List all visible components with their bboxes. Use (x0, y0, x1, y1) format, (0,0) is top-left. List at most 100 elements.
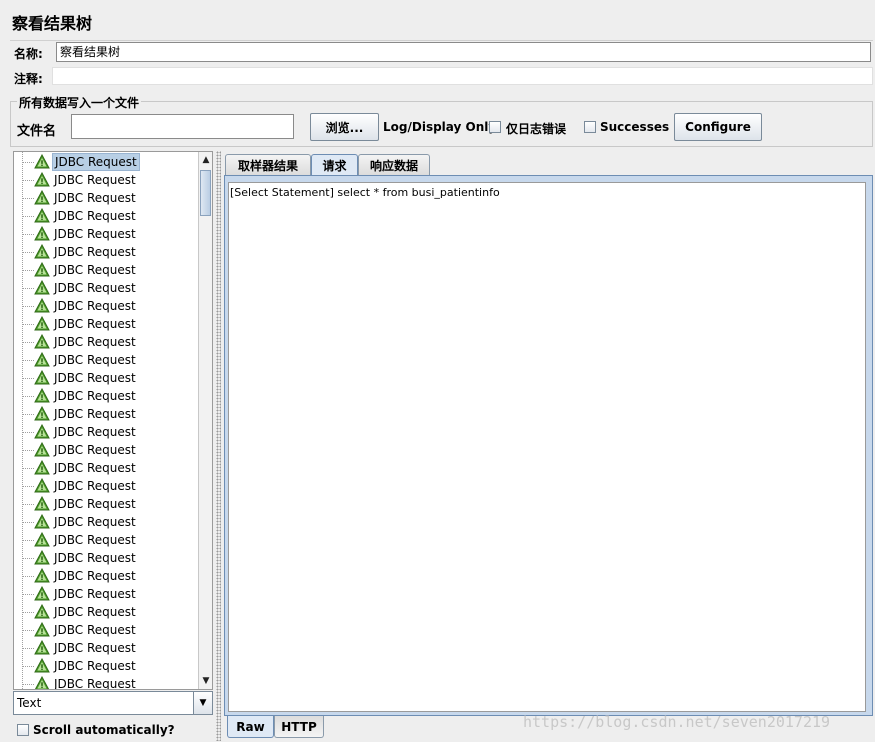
filename-input[interactable] (71, 114, 294, 139)
warning-triangle-icon (34, 513, 50, 530)
tree-node[interactable]: JDBC Request (14, 261, 198, 279)
name-field[interactable]: 察看结果树 (56, 42, 871, 62)
warning-triangle-icon (34, 459, 50, 476)
warning-triangle-icon (34, 405, 50, 422)
tree-node-label: JDBC Request (54, 497, 136, 511)
tree-node[interactable]: JDBC Request (14, 297, 198, 315)
tree-node[interactable]: JDBC Request (14, 387, 198, 405)
warning-triangle-icon (34, 279, 50, 296)
tree-connector (22, 468, 34, 469)
tree-node-label: JDBC Request (54, 263, 136, 277)
warning-triangle-icon (34, 477, 50, 494)
warning-triangle-icon (34, 333, 50, 350)
chevron-down-icon[interactable]: ▼ (193, 692, 212, 714)
warning-triangle-icon (34, 603, 50, 620)
warning-triangle-icon (34, 369, 50, 386)
tree-node[interactable]: JDBC Request (14, 207, 198, 225)
tree-connector (22, 648, 34, 649)
tab-sampler-result[interactable]: 取样器结果 (225, 154, 311, 175)
tree-node[interactable]: JDBC Request (14, 585, 198, 603)
tree-node[interactable]: JDBC Request (14, 495, 198, 513)
tree-node-label: JDBC Request (54, 407, 136, 421)
warning-triangle-icon (34, 621, 50, 638)
tab-response-data[interactable]: 响应数据 (358, 154, 430, 175)
tree-node[interactable]: JDBC Request (14, 279, 198, 297)
arrow-down-icon[interactable]: ▼ (199, 673, 212, 688)
errors-only-checkbox[interactable] (489, 121, 501, 133)
tree-node[interactable]: JDBC Request (14, 171, 198, 189)
warning-triangle-icon (34, 567, 50, 584)
watermark: https://blog.csdn.net/seven2017219 (523, 713, 831, 731)
warning-triangle-icon (34, 549, 50, 566)
tree-node[interactable]: JDBC Request (14, 513, 198, 531)
tree-node-label: JDBC Request (54, 281, 136, 295)
tree-node[interactable]: JDBC Request (14, 459, 198, 477)
arrow-up-icon[interactable]: ▲ (199, 152, 212, 167)
tree-connector (22, 162, 34, 163)
scrollbar-thumb[interactable] (200, 170, 211, 216)
tree-node[interactable]: JDBC Request (14, 225, 198, 243)
tree-node[interactable]: JDBC Request (14, 153, 198, 171)
tree-node[interactable]: JDBC Request (14, 423, 198, 441)
tree-connector (22, 594, 34, 595)
tree-node-label: JDBC Request (54, 299, 136, 313)
tree-connector (22, 252, 34, 253)
warning-triangle-icon (34, 657, 50, 674)
warning-triangle-icon (34, 207, 50, 224)
tree-connector (22, 198, 34, 199)
tree-node-label: JDBC Request (54, 587, 136, 601)
warning-triangle-icon (34, 225, 50, 242)
tab-request[interactable]: 请求 (311, 154, 358, 175)
tree-node[interactable]: JDBC Request (14, 639, 198, 657)
tree-connector (22, 378, 34, 379)
tree-connector (22, 180, 34, 181)
tree-node[interactable]: JDBC Request (14, 189, 198, 207)
configure-button[interactable]: Configure (674, 113, 762, 141)
successes-label: Successes (600, 120, 670, 134)
tree-node-label: JDBC Request (54, 335, 136, 349)
tree-node[interactable]: JDBC Request (14, 675, 198, 690)
tree-connector (22, 342, 34, 343)
tree-node[interactable]: JDBC Request (14, 567, 198, 585)
request-text-area[interactable]: [Select Statement] select * from busi_pa… (228, 182, 866, 712)
tree-node[interactable]: JDBC Request (14, 657, 198, 675)
tree-connector (22, 540, 34, 541)
tree-node[interactable]: JDBC Request (14, 621, 198, 639)
tree-node[interactable]: JDBC Request (14, 603, 198, 621)
tree-node[interactable]: JDBC Request (14, 351, 198, 369)
warning-triangle-icon (34, 189, 50, 206)
tree-node[interactable]: JDBC Request (14, 405, 198, 423)
tree-node[interactable]: JDBC Request (14, 369, 198, 387)
warning-triangle-icon (34, 387, 50, 404)
tree-connector (22, 486, 34, 487)
errors-only-label: 仅日志错误 (506, 122, 567, 136)
tree-connector (22, 432, 34, 433)
tree-node-label: JDBC Request (54, 659, 136, 673)
tree-node[interactable]: JDBC Request (14, 441, 198, 459)
tree-node-label: JDBC Request (54, 677, 136, 690)
tree-node[interactable]: JDBC Request (14, 531, 198, 549)
tab-http[interactable]: HTTP (274, 716, 324, 738)
tree-node[interactable]: JDBC Request (14, 315, 198, 333)
comment-field[interactable] (52, 67, 873, 85)
tree-node-label: JDBC Request (54, 461, 136, 475)
tree-connector (22, 414, 34, 415)
tree-node-label: JDBC Request (54, 371, 136, 385)
scroll-auto-label: Scroll automatically? (33, 723, 175, 737)
renderer-select[interactable]: Text ▼ (13, 691, 213, 715)
tree-connector (22, 630, 34, 631)
tab-raw[interactable]: Raw (227, 716, 274, 738)
tree-node[interactable]: JDBC Request (14, 243, 198, 261)
tree-node[interactable]: JDBC Request (14, 549, 198, 567)
tree-node[interactable]: JDBC Request (14, 477, 198, 495)
split-pane-divider[interactable] (216, 151, 221, 741)
tree-node-label: JDBC Request (54, 479, 136, 493)
successes-checkbox[interactable] (584, 121, 596, 133)
tree-node[interactable]: JDBC Request (14, 333, 198, 351)
tree-connector (22, 504, 34, 505)
tree-node-label: JDBC Request (54, 389, 136, 403)
tree-node-label: JDBC Request (54, 533, 136, 547)
tree-scrollbar[interactable]: ▲ ▼ (198, 152, 212, 689)
scroll-auto-checkbox[interactable] (17, 724, 29, 736)
browse-button[interactable]: 浏览... (310, 113, 379, 141)
